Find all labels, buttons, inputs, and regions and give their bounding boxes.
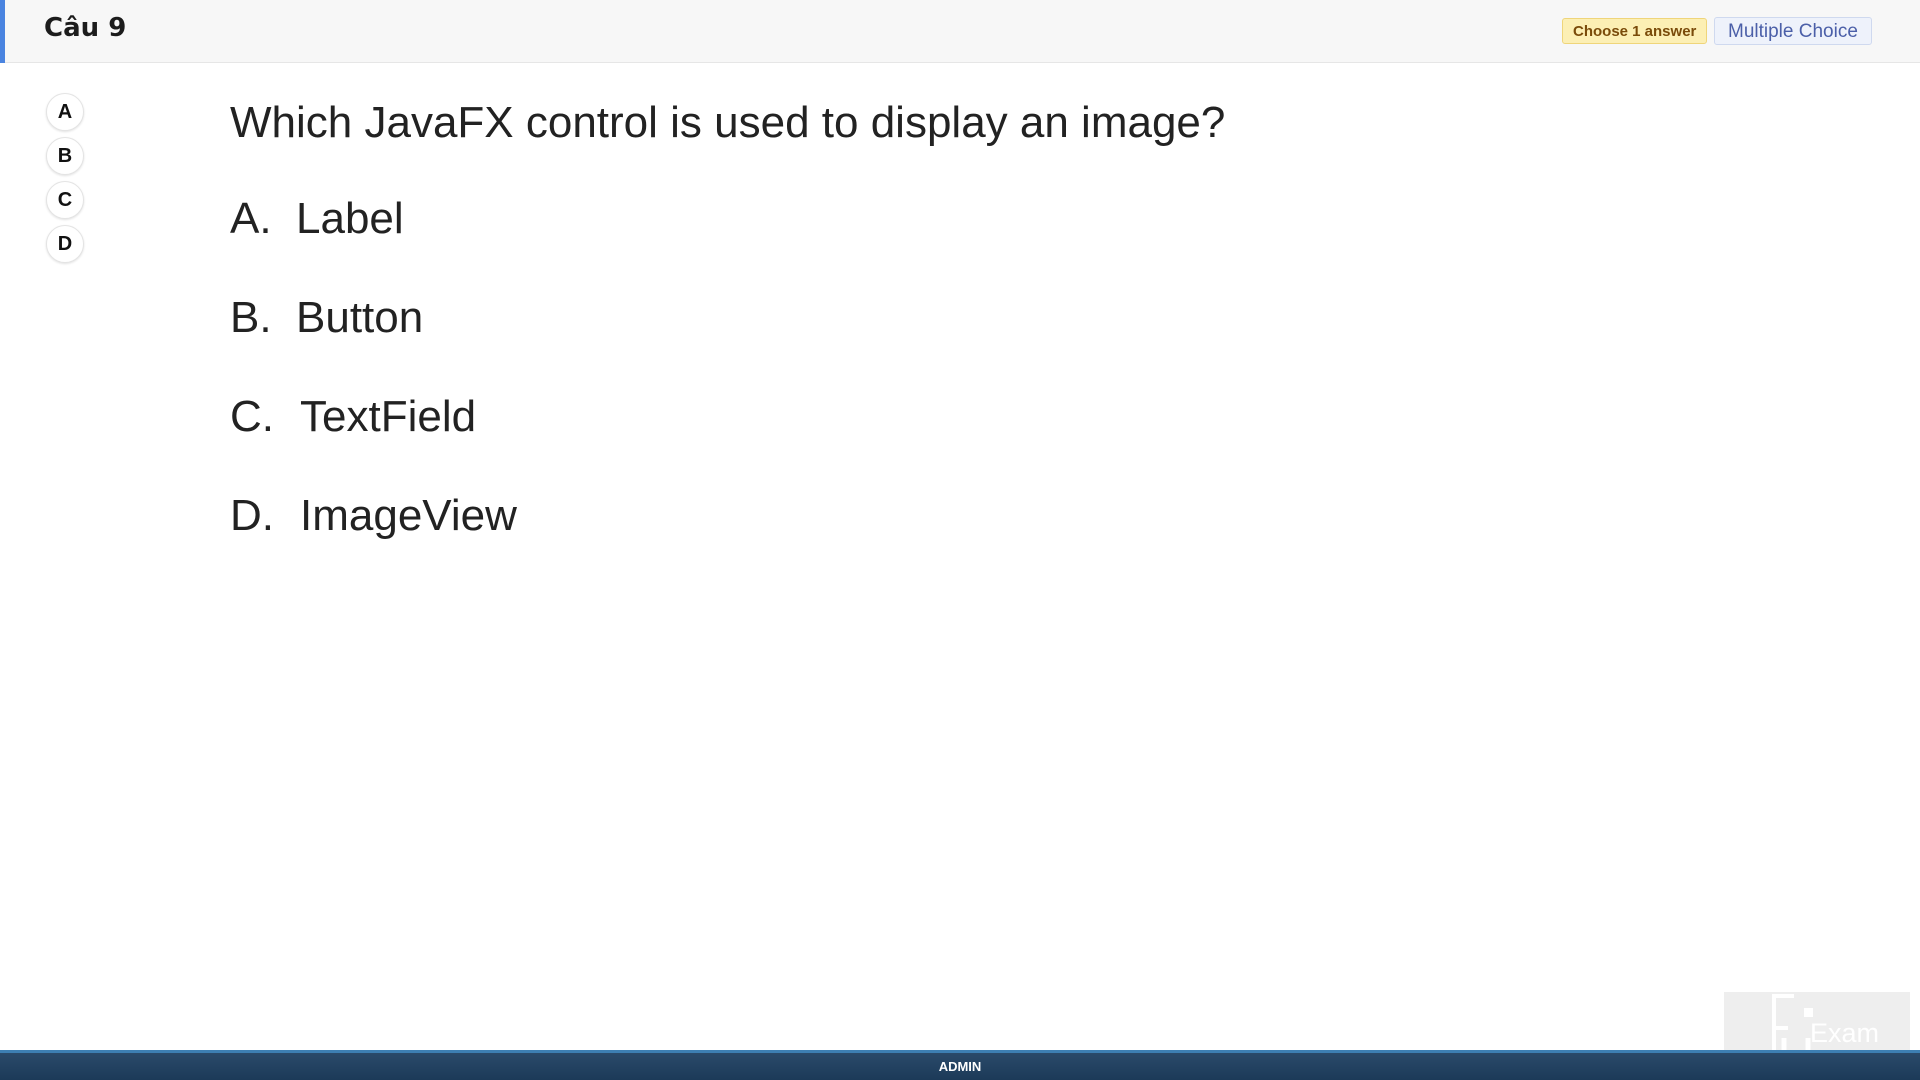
footer-user-label: ADMIN xyxy=(938,1059,982,1074)
question-text: Which JavaFX control is used to display … xyxy=(230,98,1226,147)
answer-letter: C. xyxy=(230,392,274,441)
answer-options: A B C D xyxy=(46,93,86,269)
answer-option-b[interactable]: B xyxy=(46,137,84,175)
answer-choice-b: B. Button xyxy=(230,293,423,343)
answer-text: Label xyxy=(296,194,404,243)
answer-text: Button xyxy=(296,293,424,342)
question-type-badge: Multiple Choice xyxy=(1714,17,1872,45)
exam-page: Câu 9 Choose 1 answer Multiple Choice A … xyxy=(0,0,1920,1080)
answer-option-a[interactable]: A xyxy=(46,93,84,131)
answer-option-c[interactable]: C xyxy=(46,181,84,219)
header-accent-bar xyxy=(0,0,5,63)
answer-letter: A. xyxy=(230,194,272,243)
status-footer: ADMIN xyxy=(0,1050,1920,1080)
answer-text: ImageView xyxy=(300,491,517,540)
logo-text: Exam xyxy=(1810,1018,1880,1048)
choose-count-badge: Choose 1 answer xyxy=(1562,18,1708,44)
answer-letter: B. xyxy=(230,293,272,342)
answer-letter: D. xyxy=(230,491,274,540)
answer-option-d[interactable]: D xyxy=(46,225,84,263)
answer-text: TextField xyxy=(300,392,477,441)
question-header: Câu 9 Choose 1 answer Multiple Choice xyxy=(0,0,1920,63)
answer-choice-a: A. Label xyxy=(230,194,404,244)
question-content-image: Which JavaFX control is used to display … xyxy=(226,90,1326,560)
answer-choice-c: C. TextField xyxy=(230,392,476,442)
question-number: Câu 9 xyxy=(44,13,127,43)
answer-choice-d: D. ImageView xyxy=(230,491,517,541)
